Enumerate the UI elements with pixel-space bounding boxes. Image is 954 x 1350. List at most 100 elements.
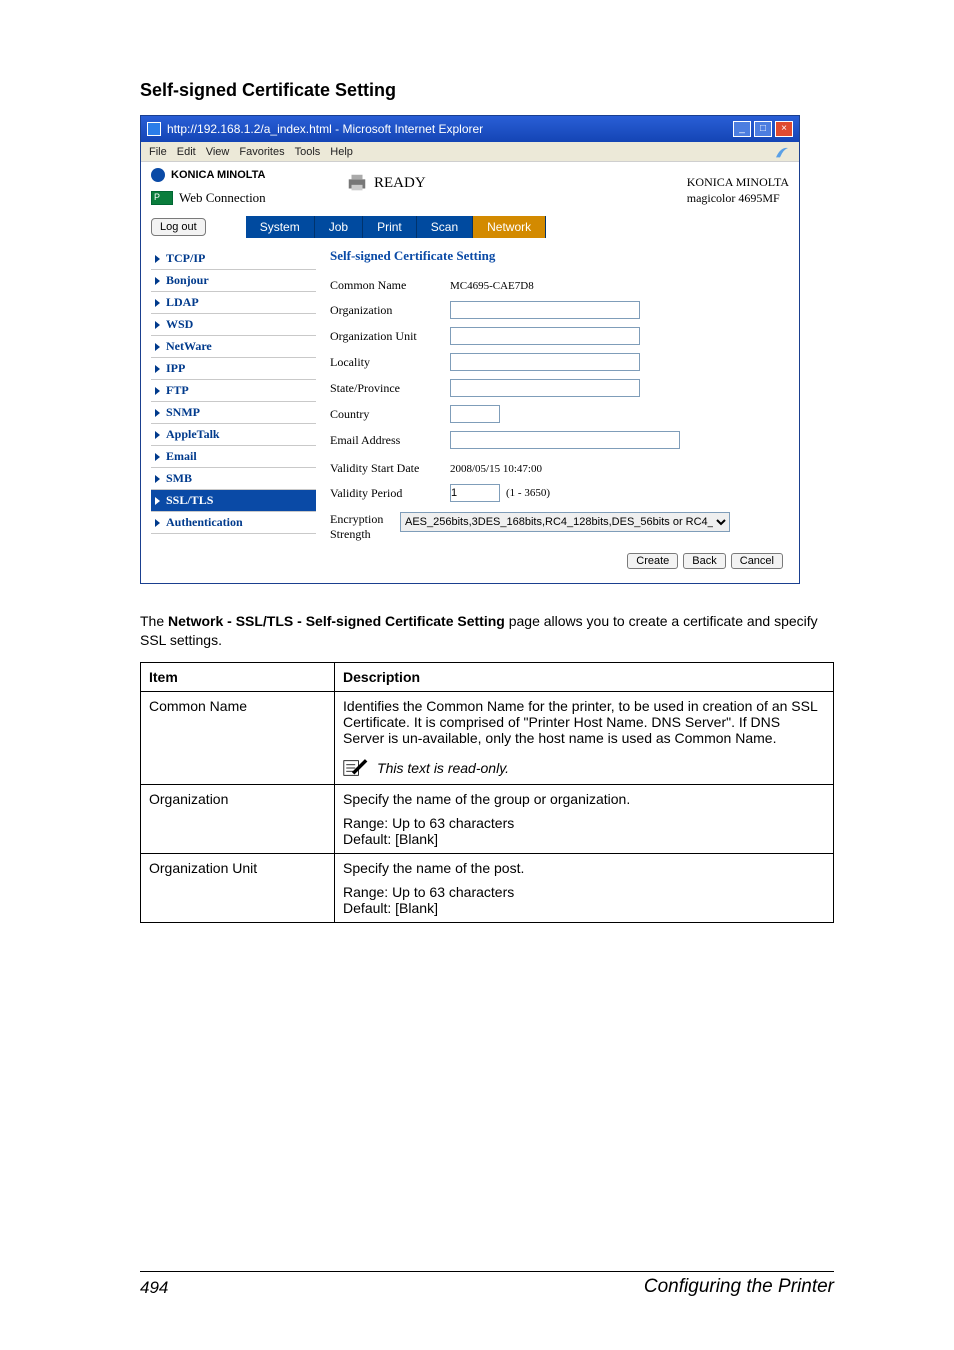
validity-period-range: (1 - 3650) [506,487,550,499]
window-title: http://192.168.1.2/a_index.html - Micros… [167,122,730,136]
ie-favicon-icon [147,122,161,136]
footer-title: Configuring the Printer [644,1276,834,1298]
sidebar-item-label: SSL/TLS [166,493,213,508]
sidebar-item-ftp[interactable]: FTP [151,380,316,402]
sidebar-item-ipp[interactable]: IPP [151,358,316,380]
encryption-strength-label: Encryption Strength [330,512,390,541]
row-common-name-item: Common Name [141,691,335,784]
row-organization-desc: Specify the name of the group or organiz… [335,784,834,853]
locality-input[interactable] [450,353,640,371]
ie-throbber-icon [773,142,791,162]
organization-default: Default: [Blank] [343,831,825,847]
machine-model: magicolor 4695MF [687,190,789,206]
common-name-note: This text is read-only. [377,760,509,776]
org-unit-input[interactable] [450,327,640,345]
menu-edit[interactable]: Edit [177,146,196,158]
th-description: Description [335,662,834,691]
menu-view[interactable]: View [206,146,230,158]
sidebar-item-smb[interactable]: SMB [151,468,316,490]
machine-brand: KONICA MINOLTA [687,174,789,190]
common-name-value: MC4695-CAE7D8 [450,280,534,292]
web-connection-label: Web Connection [179,190,266,206]
page-number: 494 [140,1278,168,1298]
validity-period-label: Validity Period [330,486,450,501]
locality-label: Locality [330,355,450,370]
intro-text-pre: The [140,613,168,629]
sidebar-item-authentication[interactable]: Authentication [151,512,316,534]
browser-window: http://192.168.1.2/a_index.html - Micros… [140,115,800,584]
org-unit-desc-text: Specify the name of the post. [343,860,825,876]
organization-label: Organization [330,303,450,318]
tab-network[interactable]: Network [473,216,546,238]
menu-tools[interactable]: Tools [295,146,321,158]
km-logo-icon [151,168,165,182]
sidebar-item-ldap[interactable]: LDAP [151,292,316,314]
description-table: Item Description Common Name Identifies … [140,662,834,923]
tab-system[interactable]: System [246,216,315,238]
right-triangle-icon [155,475,160,483]
sidebar-item-tcpip[interactable]: TCP/IP [151,248,316,270]
intro-text-bold: Network - SSL/TLS - Self-signed Certific… [168,613,505,629]
right-triangle-icon [155,343,160,351]
common-name-label: Common Name [330,278,450,293]
intro-paragraph: The Network - SSL/TLS - Self-signed Cert… [140,612,834,650]
right-triangle-icon [155,519,160,527]
menu-favorites[interactable]: Favorites [239,146,284,158]
sidebar-item-ssltls[interactable]: SSL/TLS [151,490,316,512]
printer-status-text: READY [374,175,426,192]
sidebar-item-bonjour[interactable]: Bonjour [151,270,316,292]
right-triangle-icon [155,387,160,395]
window-titlebar: http://192.168.1.2/a_index.html - Micros… [141,116,799,142]
note-icon [343,758,369,778]
tab-scan[interactable]: Scan [417,216,473,238]
organization-range: Range: Up to 63 characters [343,815,825,831]
sidebar-item-label: Email [166,449,197,464]
window-maximize-button[interactable]: □ [754,121,772,137]
sidebar-item-label: TCP/IP [166,251,205,266]
validity-period-input[interactable] [450,484,500,502]
sidebar-item-label: AppleTalk [166,427,220,442]
right-triangle-icon [155,255,160,263]
right-triangle-icon [155,431,160,439]
tab-print[interactable]: Print [363,216,417,238]
form-title: Self-signed Certificate Setting [330,248,783,264]
org-unit-range: Range: Up to 63 characters [343,884,825,900]
sidebar-item-label: SNMP [166,405,200,420]
right-triangle-icon [155,299,160,307]
sidebar-item-appletalk[interactable]: AppleTalk [151,424,316,446]
common-name-desc-text: Identifies the Common Name for the print… [343,698,817,746]
create-button[interactable]: Create [627,553,678,569]
encryption-strength-select[interactable]: AES_256bits,3DES_168bits,RC4_128bits,DES… [400,512,730,532]
organization-input[interactable] [450,301,640,319]
sidebar-item-snmp[interactable]: SNMP [151,402,316,424]
logout-button[interactable]: Log out [151,218,206,236]
sidebar-item-label: LDAP [166,295,199,310]
validity-start-value: 2008/05/15 10:47:00 [450,463,542,475]
sidebar-item-wsd[interactable]: WSD [151,314,316,336]
cancel-button[interactable]: Cancel [731,553,783,569]
state-input[interactable] [450,379,640,397]
sidebar-item-email[interactable]: Email [151,446,316,468]
email-label: Email Address [330,433,450,448]
right-triangle-icon [155,365,160,373]
brand-text: KONICA MINOLTA [171,169,266,181]
right-triangle-icon [155,497,160,505]
email-input[interactable] [450,431,680,449]
menu-help[interactable]: Help [330,146,353,158]
sidebar-item-netware[interactable]: NetWare [151,336,316,358]
window-close-button[interactable]: × [775,121,793,137]
validity-start-label: Validity Start Date [330,461,450,476]
row-org-unit-desc: Specify the name of the post. Range: Up … [335,853,834,922]
sidebar-item-label: SMB [166,471,192,486]
country-input[interactable] [450,405,500,423]
right-triangle-icon [155,277,160,285]
back-button[interactable]: Back [683,553,725,569]
sidebar-item-label: Bonjour [166,273,209,288]
menu-file[interactable]: File [149,146,167,158]
tab-job[interactable]: Job [315,216,363,238]
sidebar-item-label: FTP [166,383,189,398]
window-minimize-button[interactable]: _ [733,121,751,137]
org-unit-label: Organization Unit [330,329,450,344]
section-heading: Self-signed Certificate Setting [140,80,834,101]
state-label: State/Province [330,381,450,396]
